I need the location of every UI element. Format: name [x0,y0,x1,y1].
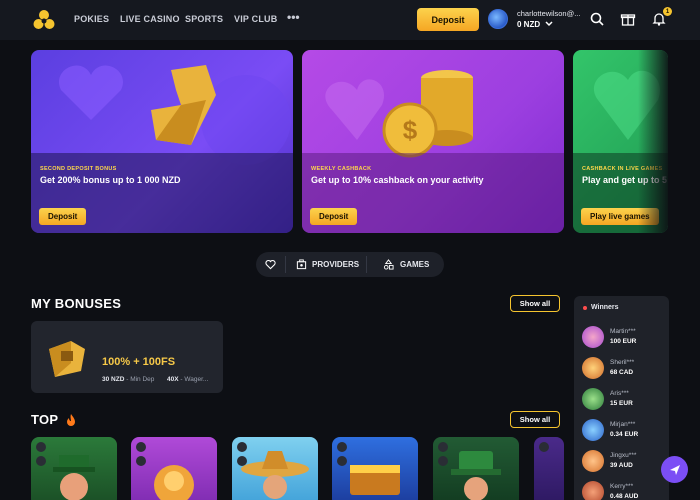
game-tile[interactable] [131,437,217,500]
winner-row[interactable]: Kerry*** 0.48 AUD [582,479,664,500]
games-shapes-icon [383,259,394,270]
heart-icon[interactable] [265,259,276,270]
user-balance[interactable]: 0 NZD [517,20,553,29]
elephant-art-image [154,465,194,500]
casino-logo-icon[interactable] [33,9,55,31]
banner-title: Get up to 10% cashback on your activity [311,175,484,185]
divider [366,256,367,273]
banner-title: Get 200% bonus up to 1 000 NZD [40,175,181,185]
winner-game-thumbnail [582,357,604,379]
wager-value: 40X [167,376,179,383]
game-tile[interactable] [31,437,117,500]
min-deposit-label: - Min Dep [126,376,155,383]
winner-game-thumbnail [582,450,604,472]
winner-name: Aris*** [610,390,629,397]
deposit-button[interactable]: Deposit [417,8,479,31]
winners-panel: Winners Martin*** 100 EUR Sheril*** 68 C… [574,296,669,500]
game-filter-bar: PROVIDERS GAMES [256,252,444,277]
bell-icon[interactable] [651,11,667,27]
winner-name: Jingxu*** [610,452,637,459]
winner-name: Mirjan*** [610,421,636,428]
bonuses-show-all-button[interactable]: Show all [510,295,560,312]
user-email[interactable]: charlottewilson@... [517,9,580,18]
providers-filter[interactable]: PROVIDERS [312,260,359,269]
winner-name: Sheril*** [610,359,635,366]
winner-row[interactable]: Mirjan*** 0.34 EUR [582,417,664,441]
more-menu-button[interactable]: ••• [287,10,300,24]
support-chat-button[interactable] [661,456,688,483]
winner-name: Martin*** [610,328,636,335]
bonus-trophy-icon [49,341,85,377]
winners-title: Winners [591,304,619,311]
bonus-card[interactable]: 100% + 100FS 30 NZD - Min Dep 40X - Wage… [31,321,223,393]
winner-row[interactable]: Martin*** 100 EUR [582,324,664,348]
game-tile[interactable] [232,437,318,500]
promo-banner-second-deposit[interactable]: SECOND DEPOSIT BONUS Get 200% bonus up t… [31,50,293,233]
treasure-chest-art-image [350,465,400,495]
winner-game-thumbnail [582,481,604,500]
tile-fire-badge [539,442,549,452]
game-tile[interactable] [534,437,564,500]
winner-game-thumbnail [582,419,604,441]
providers-icon [296,259,307,270]
my-bonuses-title: MY BONUSES [31,296,122,311]
send-arrow-icon [669,464,680,475]
chevron-down-icon [545,21,553,27]
banner-eyebrow: SECOND DEPOSIT BONUS [40,166,117,172]
top-section-title: TOP [31,412,59,427]
search-icon[interactable] [589,11,605,27]
winner-game-thumbnail [582,326,604,348]
winner-amount: 15 EUR [610,400,633,407]
game-tile[interactable] [433,437,519,500]
divider [285,256,286,273]
bonus-wager: 40X - Wager... [167,376,208,383]
promo-banner-live-cashback[interactable]: CASHBACK IN LIVE GAMES Play and get up t… [573,50,668,233]
avatar[interactable] [488,9,508,29]
wager-label: - Wager... [180,376,209,383]
fire-icon [67,414,75,426]
sombrero-art-image [241,451,309,499]
winner-amount: 0.48 AUD [610,493,639,500]
nav-live-casino[interactable]: LIVE CASINO [120,14,180,24]
winner-row[interactable]: Sheril*** 68 CAD [582,355,664,379]
winner-name: Kerry*** [610,483,634,490]
banner-deposit-button[interactable]: Deposit [39,208,87,225]
svg-text:$: $ [403,115,418,145]
nav-vip-club[interactable]: VIP CLUB [234,14,277,24]
balance-value: 0 NZD [517,20,541,29]
top-show-all-button[interactable]: Show all [510,411,560,428]
banner-eyebrow: WEEKLY CASHBACK [311,166,372,172]
promo-banner-weekly-cashback[interactable]: $ WEEKLY CASHBACK Get up to 10% cashback… [302,50,564,233]
top-navigation: POKIES LIVE CASINO SPORTS VIP CLUB ••• D… [0,0,700,40]
winner-amount: 68 CAD [610,369,634,376]
live-dot [583,306,587,310]
winner-amount: 100 EUR [610,338,637,345]
banner-deposit-button[interactable]: Deposit [310,208,358,225]
winner-amount: 0.34 EUR [610,431,639,438]
banner-fade [638,50,668,233]
winner-amount: 39 AUD [610,462,633,469]
winner-row[interactable]: Jingxu*** 39 AUD [582,448,664,472]
nav-sports[interactable]: SPORTS [185,14,223,24]
leprechaun-art-image [53,455,95,500]
games-filter[interactable]: GAMES [400,260,429,269]
coins-art-image: $ [325,70,473,158]
promo-art-image [58,65,291,165]
bonus-title: 100% + 100FS [102,356,176,368]
nav-pokies[interactable]: POKIES [74,14,109,24]
green-hat-art-image [451,451,501,500]
game-tile[interactable] [332,437,418,500]
gift-icon[interactable] [620,11,636,27]
winner-game-thumbnail [582,388,604,410]
winner-row[interactable]: Aris*** 15 EUR [582,386,664,410]
min-deposit-value: 30 NZD [102,376,125,383]
bonus-min-deposit: 30 NZD - Min Dep [102,376,154,383]
